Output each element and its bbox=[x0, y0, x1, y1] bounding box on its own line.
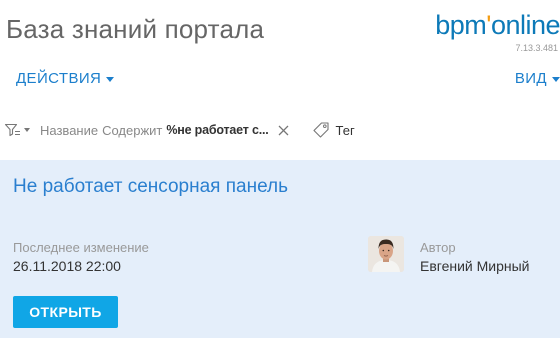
view-menu-label: ВИД bbox=[514, 70, 547, 87]
close-icon bbox=[278, 125, 289, 135]
filter-value-label[interactable]: %не работает с... bbox=[166, 123, 268, 137]
modified-caption: Последнее изменение bbox=[13, 240, 149, 255]
filter-icon bbox=[4, 123, 20, 137]
avatar-image bbox=[368, 236, 404, 272]
record-title-link[interactable]: Не работает сенсорная панель bbox=[13, 176, 288, 198]
record-card: Не работает сенсорная панель Последнее и… bbox=[0, 160, 560, 338]
modified-value: 26.11.2018 22:00 bbox=[13, 258, 121, 274]
logo: bpm'online bbox=[435, 10, 560, 41]
avatar bbox=[368, 236, 404, 272]
view-menu-button[interactable]: ВИД bbox=[515, 70, 560, 87]
filter-menu-button[interactable] bbox=[4, 122, 30, 138]
filter-clear-button[interactable] bbox=[277, 124, 290, 137]
version-label: 7.13.3.481 bbox=[515, 43, 558, 53]
author-value[interactable]: Евгений Мирный bbox=[420, 258, 530, 274]
author-field: Автор Евгений Мирный bbox=[420, 240, 530, 274]
caret-down-icon bbox=[552, 76, 560, 82]
logo-text-online: online bbox=[490, 10, 560, 40]
filter-field-label[interactable]: Название bbox=[40, 123, 98, 138]
modified-field: Последнее изменение 26.11.2018 22:00 bbox=[13, 240, 149, 274]
page-title: База знаний портала bbox=[6, 14, 265, 44]
caret-down-icon bbox=[24, 128, 30, 132]
tag-label[interactable]: Тег bbox=[336, 123, 355, 138]
filter-operator-label[interactable]: Содержит bbox=[102, 123, 162, 138]
author-caption: Автор bbox=[420, 240, 456, 255]
tag-icon bbox=[312, 122, 329, 138]
actions-menu-label: ДЕЙСТВИЯ bbox=[16, 70, 102, 87]
open-button[interactable]: ОТКРЫТЬ bbox=[13, 296, 118, 328]
tag-button[interactable] bbox=[312, 121, 330, 139]
caret-down-icon bbox=[106, 76, 115, 82]
actions-menu-button[interactable]: ДЕЙСТВИЯ bbox=[16, 70, 115, 87]
logo-text-bpm: bpm bbox=[435, 10, 487, 40]
filter-bar: Название Содержит %не работает с... Тег bbox=[0, 118, 560, 142]
